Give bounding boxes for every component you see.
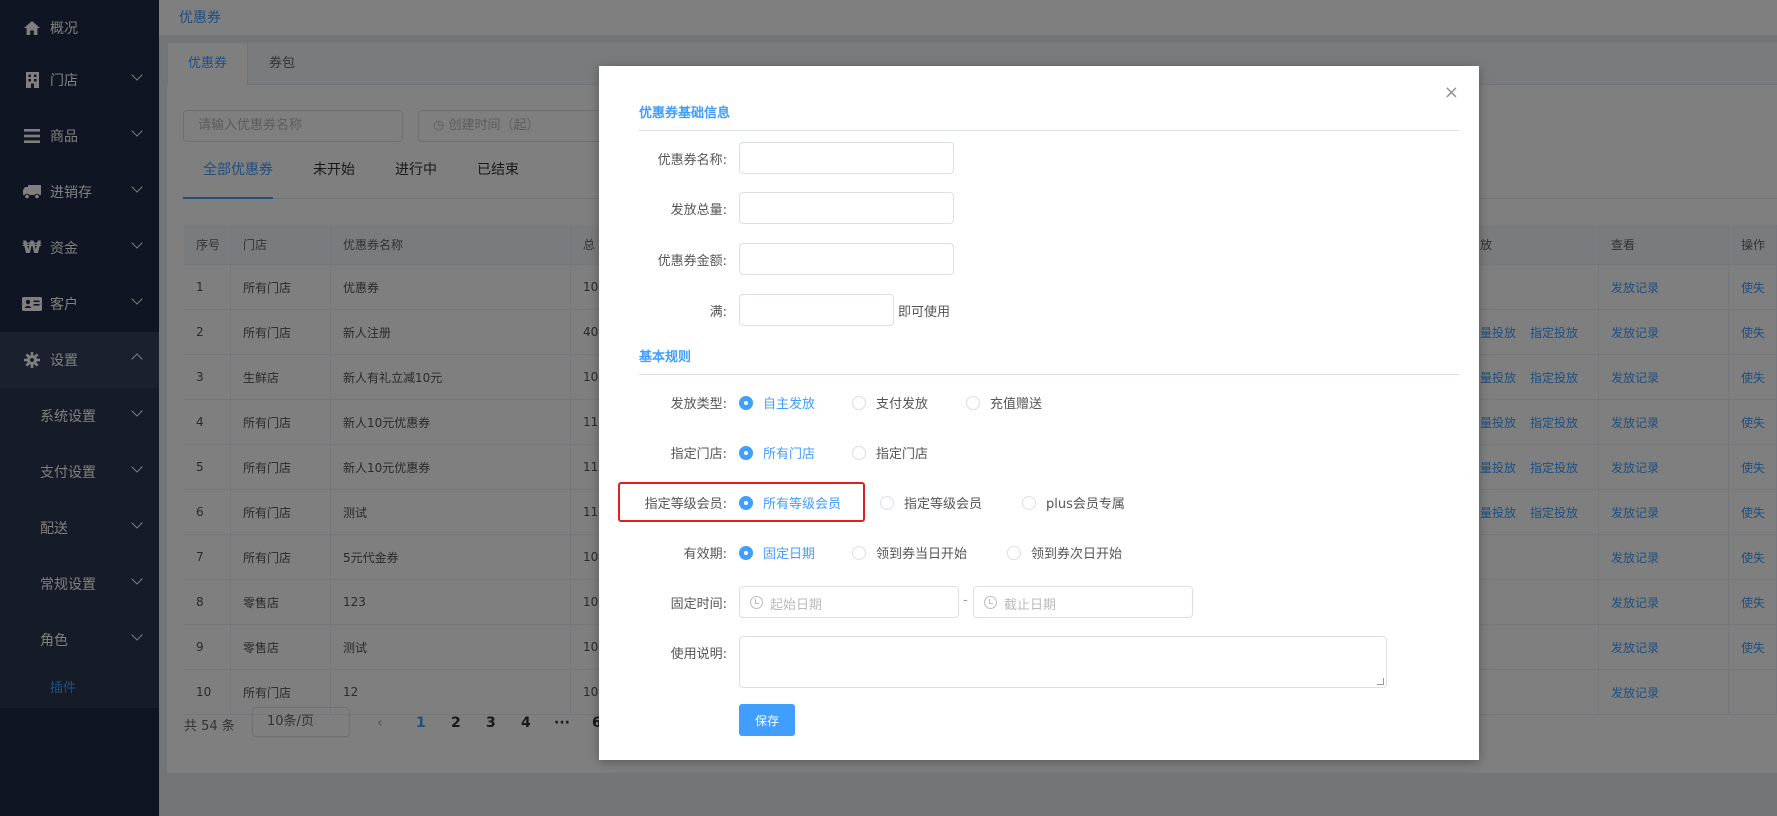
radio-dot [1022, 495, 1036, 510]
start-date-input[interactable]: 起始日期 [739, 586, 959, 618]
radio-recharge-gift[interactable]: 充值赠送 [966, 393, 1042, 412]
radio-self-issue[interactable]: 自主发放 [739, 393, 815, 412]
store-label: 指定门店: [670, 447, 727, 462]
clock-icon [750, 596, 763, 609]
radio-dot [966, 395, 980, 410]
radio-fixed-date[interactable]: 固定日期 [739, 543, 815, 562]
coupon-amount-label: 优惠券金额: [657, 254, 727, 269]
date-separator: - [963, 593, 968, 608]
radio-label: 支付发放 [876, 397, 929, 412]
close-icon[interactable]: × [1444, 82, 1459, 103]
radio-all-stores[interactable]: 所有门店 [739, 443, 815, 462]
description-label: 使用说明: [670, 647, 727, 662]
coupon-name-field[interactable] [739, 142, 954, 174]
radio-dot [739, 395, 753, 410]
coupon-name-label: 优惠券名称: [657, 153, 727, 168]
radio-label: 所有等级会员 [763, 497, 842, 512]
min-spend-label: 满: [709, 305, 727, 320]
end-date-placeholder: 截止日期 [1004, 598, 1057, 613]
start-date-placeholder: 起始日期 [770, 598, 823, 613]
min-spend-field[interactable] [739, 294, 894, 326]
validity-label: 有效期: [683, 547, 727, 562]
radio-label: 领到券当日开始 [876, 547, 968, 562]
radio-all-members[interactable]: 所有等级会员 [739, 493, 841, 512]
section-rules: 基本规则 [639, 350, 692, 365]
radio-label: 所有门店 [763, 447, 816, 462]
total-qty-label: 发放总量: [670, 203, 727, 218]
radio-dot [852, 445, 866, 460]
radio-label: 指定等级会员 [904, 497, 983, 512]
radio-dot [739, 545, 753, 560]
radio-label: 领到券次日开始 [1031, 547, 1123, 562]
radio-plus-members[interactable]: plus会员专属 [1022, 493, 1125, 512]
radio-payment-issue[interactable]: 支付发放 [852, 393, 928, 412]
section-divider [639, 130, 1459, 131]
min-spend-suffix: 即可使用 [898, 305, 951, 320]
member-level-label: 指定等级会员: [644, 497, 727, 512]
radio-dot [1007, 545, 1021, 560]
radio-specific-store[interactable]: 指定门店 [852, 443, 928, 462]
issue-type-label: 发放类型: [670, 397, 727, 412]
radio-same-day[interactable]: 领到券当日开始 [852, 543, 967, 562]
end-date-input[interactable]: 截止日期 [973, 586, 1193, 618]
radio-next-day[interactable]: 领到券次日开始 [1007, 543, 1122, 562]
radio-dot [852, 395, 866, 410]
radio-label: 固定日期 [763, 547, 816, 562]
fixed-time-label: 固定时间: [670, 597, 727, 612]
coupon-amount-field[interactable] [739, 243, 954, 275]
clock-icon [984, 596, 997, 609]
radio-dot [739, 495, 753, 510]
radio-dot [852, 545, 866, 560]
radio-dot [880, 495, 894, 510]
radio-label: 充值赠送 [990, 397, 1043, 412]
section-divider [639, 374, 1459, 375]
radio-label: 指定门店 [876, 447, 929, 462]
save-button[interactable]: 保存 [739, 704, 795, 736]
total-qty-field[interactable] [739, 192, 954, 224]
radio-label: plus会员专属 [1046, 497, 1125, 512]
coupon-dialog: × 优惠券基础信息 优惠券名称: 发放总量: 优惠券金额: 满: 即可使用 基本… [599, 66, 1479, 760]
radio-label: 自主发放 [763, 397, 816, 412]
radio-specific-members[interactable]: 指定等级会员 [880, 493, 982, 512]
description-textarea[interactable] [739, 636, 1387, 688]
radio-dot [739, 445, 753, 460]
section-basic-info: 优惠券基础信息 [639, 106, 731, 121]
